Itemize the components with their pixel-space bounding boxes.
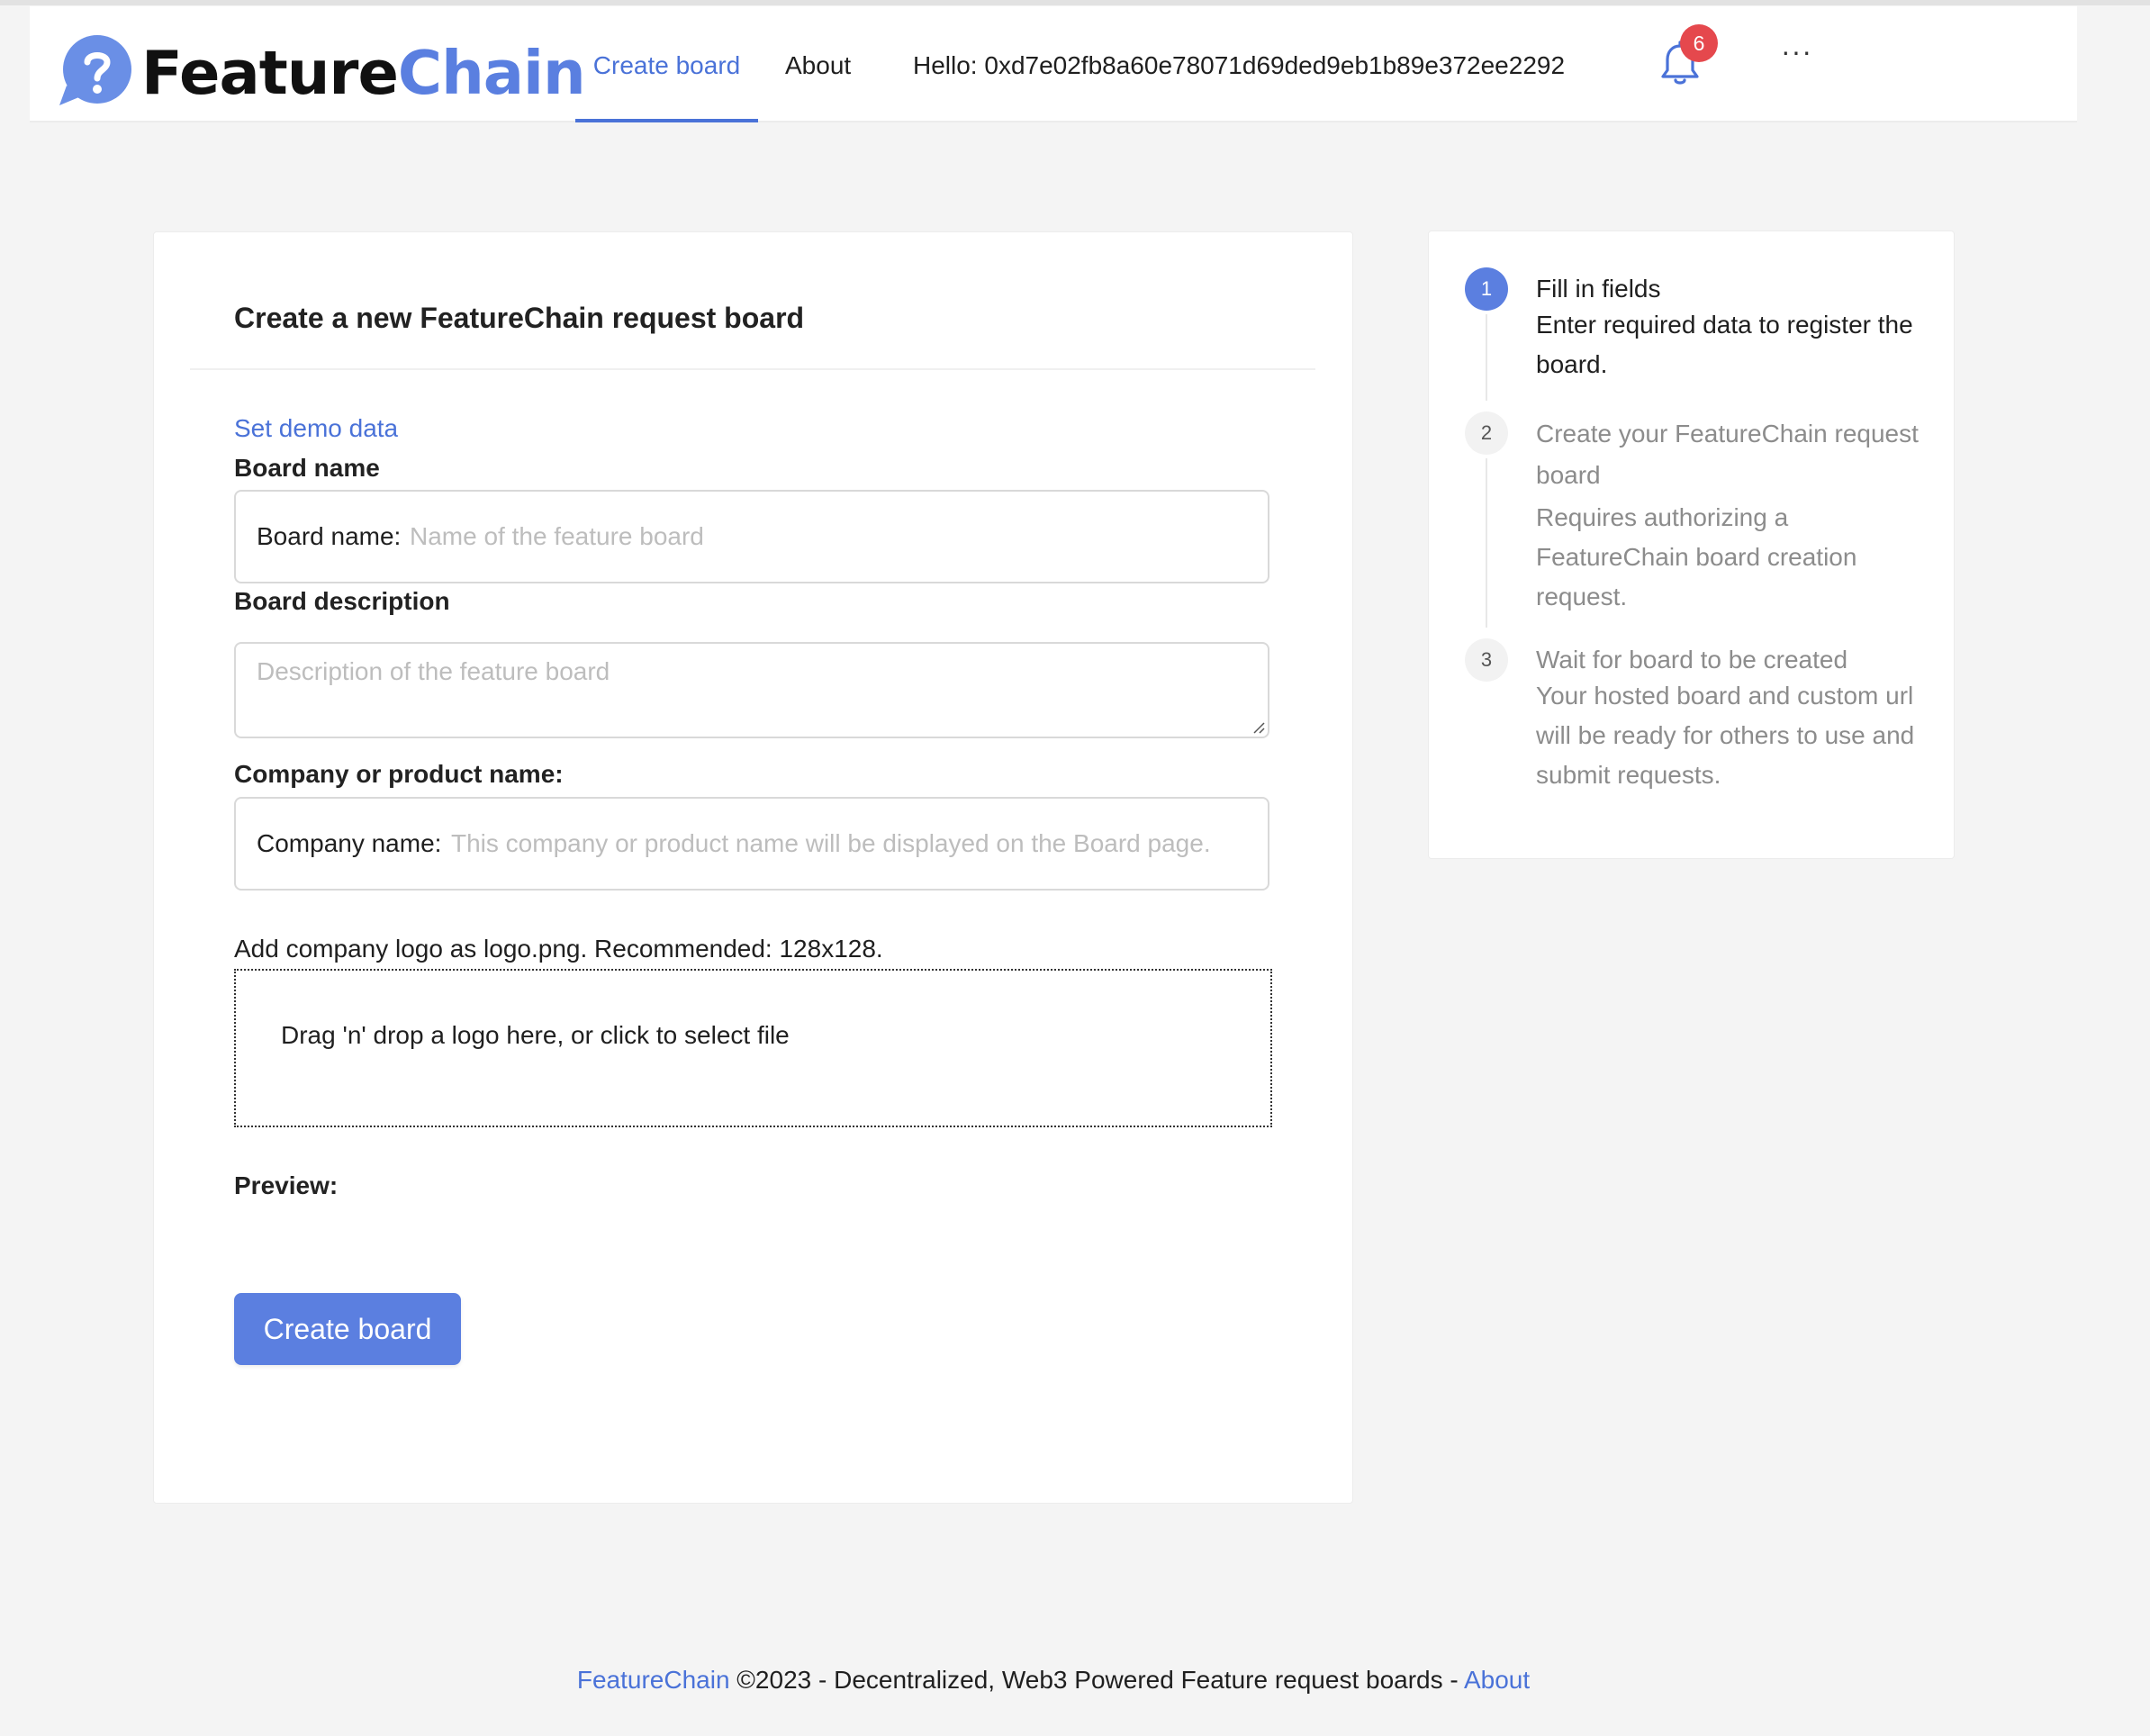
preview-label: Preview:	[234, 1171, 339, 1199]
form-title: Create a new FeatureChain request board	[234, 302, 805, 334]
create-board-button[interactable]: Create board	[234, 1293, 461, 1365]
board-name-input[interactable]: Board name: Name of the feature board	[234, 490, 1269, 583]
step-connector	[1486, 314, 1487, 401]
top-border	[0, 0, 2150, 5]
company-name-placeholder: This company or product name will be dis…	[451, 829, 1211, 857]
step-2-description: Requires authorizing a FeatureChain boar…	[1536, 503, 1857, 610]
board-name-label: Board name	[234, 454, 380, 482]
step-2-title: Create your FeatureChain request board	[1536, 420, 1919, 489]
company-name-label: Company or product name:	[234, 760, 564, 788]
resize-handle-icon[interactable]	[1251, 720, 1266, 735]
more-icon[interactable]: ···	[1781, 35, 1812, 68]
brand-name-part2: Chain	[397, 38, 586, 108]
board-name-prefix: Board name:	[257, 522, 402, 550]
notification-badge: 6	[1680, 24, 1718, 62]
nav-create-board-label: Create board	[592, 51, 741, 79]
board-description-textarea[interactable]: Description of the feature board	[234, 642, 1269, 738]
footer-brand-link[interactable]: FeatureChain	[577, 1666, 730, 1694]
footer-about-link[interactable]: About	[1464, 1666, 1530, 1694]
active-tab-indicator	[575, 119, 758, 122]
step-1-number: 1	[1465, 267, 1508, 311]
step-connector	[1486, 458, 1487, 628]
dropzone-text: Drag 'n' drop a logo here, or click to s…	[281, 1021, 790, 1049]
nav-about[interactable]: About	[785, 6, 851, 121]
step-3-number: 3	[1465, 638, 1508, 682]
step-1-description: Enter required data to register the boar…	[1536, 311, 1913, 378]
footer: FeatureChain ©2023 - Decentralized, Web3…	[0, 1666, 2107, 1695]
brand-name-part1: Feature	[141, 38, 399, 108]
board-name-placeholder: Name of the feature board	[410, 522, 704, 550]
step-3-description: Your hosted board and custom url will be…	[1536, 682, 1915, 789]
board-description-placeholder: Description of the feature board	[257, 657, 610, 685]
step-2-number: 2	[1465, 411, 1508, 455]
question-bubble-icon	[59, 35, 131, 105]
title-divider	[190, 368, 1315, 370]
brand-logo[interactable]: FeatureChain	[58, 33, 586, 114]
company-name-prefix: Company name:	[257, 829, 442, 857]
nav-create-board[interactable]: Create board	[575, 6, 758, 122]
step-1-title: Fill in fields	[1536, 275, 1661, 303]
board-description-label: Board description	[234, 587, 450, 615]
set-demo-data-link[interactable]: Set demo data	[234, 414, 398, 443]
company-name-input[interactable]: Company name: This company or product na…	[234, 797, 1269, 891]
logo-dropzone[interactable]: Drag 'n' drop a logo here, or click to s…	[234, 969, 1272, 1127]
wallet-greeting: Hello: 0xd7e02fb8a60e78071d69ded9eb1b89e…	[913, 51, 1566, 79]
create-board-form-card: Create a new FeatureChain request board …	[153, 231, 1353, 1504]
step-3-title: Wait for board to be created	[1536, 646, 1848, 674]
brand-name: FeatureChain	[141, 37, 586, 109]
app-header: FeatureChain Create board About Hello: 0…	[30, 6, 2077, 122]
footer-text: ©2023 - Decentralized, Web3 Powered Feat…	[729, 1666, 1464, 1694]
steps-card: 1 Fill in fields Enter required data to …	[1428, 231, 1955, 859]
logo-upload-label: Add company logo as logo.png. Recommende…	[234, 935, 883, 963]
